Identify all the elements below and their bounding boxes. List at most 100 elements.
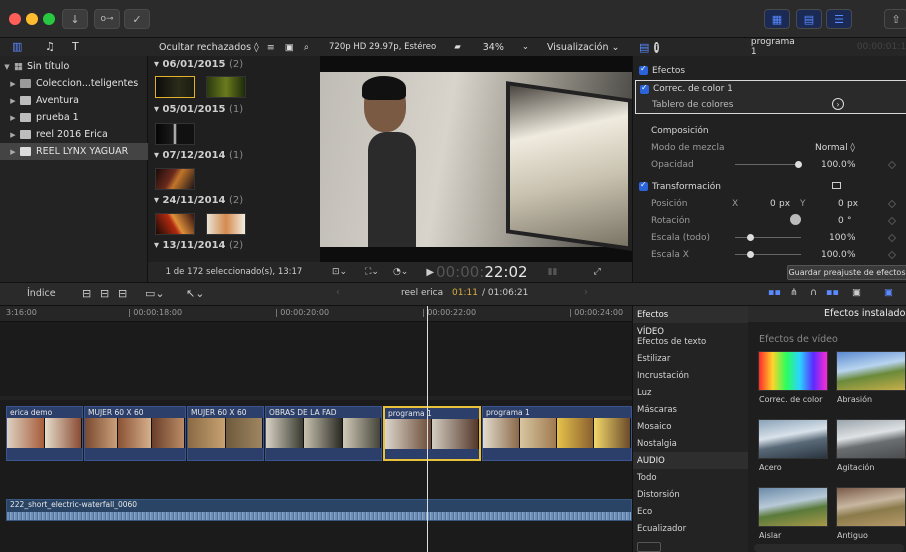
retime-menu-icon[interactable]: ◔⌄ bbox=[393, 267, 408, 277]
keyframe-icon[interactable] bbox=[887, 199, 897, 209]
waveform-icon[interactable]: ⋔ bbox=[790, 287, 798, 298]
opacity-slider[interactable] bbox=[735, 164, 801, 165]
library-item-reel-2016-erica[interactable]: ▶ reel 2016 Erica bbox=[0, 126, 148, 143]
timeline-clip[interactable]: MUJER 60 X 60 bbox=[187, 406, 264, 461]
clip-appearance-icon[interactable]: ▣ bbox=[852, 287, 861, 298]
info-icon[interactable]: i bbox=[654, 41, 659, 53]
crop-menu-icon[interactable]: ⛶⌄ bbox=[365, 267, 379, 277]
select-tool-icon[interactable]: ↖⌄ bbox=[186, 287, 204, 300]
insert-clip-icon[interactable]: ⊟ bbox=[100, 287, 109, 300]
clapper-icon[interactable]: ▰ bbox=[454, 42, 461, 52]
effects-category[interactable]: Efectos bbox=[633, 306, 749, 323]
blend-mode-select[interactable]: Normal ◊ bbox=[815, 143, 855, 153]
library-item-sin-titulo[interactable]: ▼ ▦ Sin título bbox=[0, 58, 148, 75]
timecode-display[interactable]: 22:02 bbox=[484, 263, 527, 281]
show-inspector-button[interactable]: ☰ bbox=[826, 9, 852, 29]
overwrite-clip-icon[interactable]: ▭⌄ bbox=[145, 287, 165, 300]
headphones-icon[interactable]: ∩ bbox=[810, 287, 817, 298]
import-button[interactable]: ↓ bbox=[62, 9, 88, 29]
position-x-value[interactable]: 0 bbox=[770, 199, 776, 209]
timeline-clip-selected[interactable]: programa 1 bbox=[383, 406, 481, 461]
clip-thumbnail[interactable] bbox=[155, 168, 195, 190]
libraries-icon[interactable]: ▥ bbox=[12, 40, 22, 53]
audio-skimming-icon[interactable]: ▪▪ bbox=[768, 287, 781, 298]
share-button[interactable]: ⇧ bbox=[884, 9, 906, 29]
effect-thumbnail[interactable] bbox=[836, 487, 906, 527]
effects-browser-icon[interactable]: ▣ bbox=[884, 287, 893, 298]
timeline-clip[interactable]: OBRAS DE LA FAD bbox=[265, 406, 382, 461]
keyword-button[interactable]: o⊸ bbox=[94, 9, 120, 29]
effect-thumbnail[interactable] bbox=[758, 419, 828, 459]
search-icon[interactable]: ⌕ bbox=[304, 42, 309, 53]
keyframe-icon[interactable] bbox=[887, 250, 897, 260]
disclosure-closed-icon[interactable]: ▶ bbox=[6, 131, 20, 139]
effects-section[interactable]: Efectos bbox=[633, 62, 906, 79]
connect-clip-icon[interactable]: ⊟ bbox=[82, 287, 91, 300]
chevron-down-icon[interactable]: ⌄ bbox=[522, 42, 529, 52]
timeline[interactable]: 3:16:00 | 00:00:18:00 | 00:00:20:00 | 00… bbox=[0, 306, 632, 552]
color-board-row[interactable]: Tablero de colores › bbox=[635, 97, 906, 114]
timeline-clip[interactable]: programa 1 bbox=[482, 406, 632, 461]
scale-x-slider-knob[interactable] bbox=[747, 251, 754, 258]
photos-audio-icon[interactable]: ♫ bbox=[45, 40, 55, 53]
transform-onscreen-icon[interactable] bbox=[832, 182, 841, 189]
clip-thumbnail[interactable] bbox=[155, 213, 195, 235]
audio-meter-icon[interactable]: ▮▮ bbox=[548, 267, 558, 277]
rotation-value[interactable]: 0 bbox=[838, 216, 844, 226]
effects-category[interactable]: Máscaras bbox=[633, 401, 749, 418]
clip-thumbnail[interactable] bbox=[206, 76, 246, 98]
effect-thumbnail[interactable] bbox=[836, 351, 906, 391]
clip-thumbnail[interactable] bbox=[155, 123, 195, 145]
viewer-canvas[interactable] bbox=[320, 56, 632, 262]
effects-category[interactable]: Todo bbox=[633, 469, 749, 486]
opacity-slider-knob[interactable] bbox=[795, 161, 802, 168]
composition-section[interactable]: Composición bbox=[633, 122, 906, 139]
disclosure-closed-icon[interactable]: ▶ bbox=[6, 148, 20, 156]
timeline-clip[interactable]: MUJER 60 X 60 bbox=[84, 406, 186, 461]
scale-x-value[interactable]: 100.0 bbox=[821, 250, 847, 260]
disclosure-open-icon[interactable]: ▼ bbox=[0, 63, 14, 71]
titles-generators-icon[interactable]: T bbox=[72, 40, 79, 53]
opacity-value[interactable]: 100.0 bbox=[821, 160, 847, 170]
disclosure-closed-icon[interactable]: ▶ bbox=[6, 80, 20, 88]
timeline-ruler[interactable]: 3:16:00 | 00:00:18:00 | 00:00:20:00 | 00… bbox=[0, 306, 632, 322]
list-view-icon[interactable]: ≡ bbox=[267, 42, 275, 53]
scale-slider-knob[interactable] bbox=[747, 234, 754, 241]
effects-category[interactable]: Ecualizador bbox=[633, 520, 749, 537]
index-button[interactable]: Índice bbox=[27, 288, 56, 299]
date-group-header[interactable]: ▾ 07/12/2014 (1) bbox=[154, 150, 243, 161]
effects-list-toggle-button[interactable] bbox=[637, 542, 661, 552]
playhead[interactable] bbox=[427, 306, 428, 552]
scale-all-value[interactable]: 100 bbox=[829, 233, 846, 243]
clip-thumbnail[interactable] bbox=[155, 76, 195, 98]
visualization-menu[interactable]: Visualización ⌄ bbox=[547, 42, 619, 53]
effect-thumbnail[interactable] bbox=[758, 487, 828, 527]
arrow-right-circle-icon[interactable]: › bbox=[832, 98, 844, 110]
timeline-clip[interactable]: erica demo bbox=[6, 406, 83, 461]
checkbox-checked-icon[interactable] bbox=[639, 64, 648, 75]
library-item-aventura[interactable]: ▶ Aventura bbox=[0, 92, 148, 109]
keyframe-icon[interactable] bbox=[887, 160, 897, 170]
audio-clip[interactable]: 222_short_electric-waterfall_0060 bbox=[6, 499, 632, 521]
keyframe-icon[interactable] bbox=[887, 233, 897, 243]
checkbox-checked-icon[interactable] bbox=[639, 180, 648, 191]
background-tasks-button[interactable]: ✓ bbox=[124, 9, 150, 29]
append-clip-icon[interactable]: ⊟ bbox=[118, 287, 127, 300]
transform-menu-icon[interactable]: ⊡⌄ bbox=[332, 267, 347, 277]
show-browser-button[interactable]: ▦ bbox=[764, 9, 790, 29]
date-group-header[interactable]: ▾ 24/11/2014 (2) bbox=[154, 195, 243, 206]
checkbox-checked-icon[interactable] bbox=[640, 83, 649, 94]
position-y-value[interactable]: 0 bbox=[838, 199, 844, 209]
play-icon[interactable]: ▶ bbox=[426, 267, 434, 278]
effect-thumbnail[interactable] bbox=[758, 351, 828, 391]
transform-section[interactable]: Transformación bbox=[633, 178, 906, 195]
date-group-header[interactable]: ▾ 13/11/2014 (2) bbox=[154, 240, 243, 251]
effects-category[interactable]: AUDIO bbox=[633, 452, 749, 469]
clip-appearance-icon[interactable]: ▣ bbox=[285, 42, 294, 53]
effects-category[interactable]: Luz bbox=[633, 384, 749, 401]
disclosure-closed-icon[interactable]: ▶ bbox=[6, 114, 20, 122]
effects-category[interactable]: Mosaico bbox=[633, 418, 749, 435]
video-inspector-icon[interactable]: ▤ bbox=[639, 41, 649, 54]
library-item-reel-lynx-yaguar[interactable]: ▶ REEL LYNX YAGUAR bbox=[0, 143, 148, 160]
effects-category[interactable]: Incrustación bbox=[633, 367, 749, 384]
